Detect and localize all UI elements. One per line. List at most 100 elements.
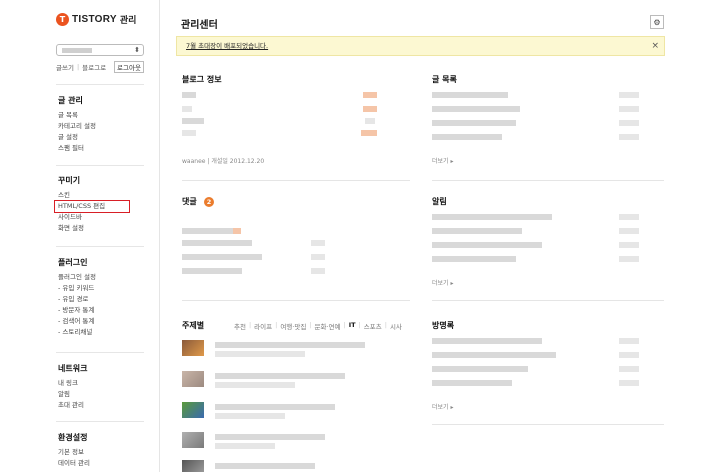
blurred-comment	[182, 268, 242, 274]
blurred-topic[interactable]	[215, 342, 365, 348]
sidebar-item-search-terms[interactable]: - 검색어 통계	[58, 316, 96, 327]
tab-separator: |	[343, 321, 346, 329]
blurred-post	[619, 106, 639, 112]
tistory-logo[interactable]: T TISTORY 관리	[56, 13, 136, 26]
blurred-alert	[432, 256, 516, 262]
sidebar-item-spam-filter[interactable]: 스팸 필터	[58, 143, 96, 154]
divider	[432, 180, 664, 181]
logo-text: TISTORY	[72, 14, 117, 25]
panel-title: 블로그 정보	[182, 75, 222, 84]
blurred-guestbook	[619, 366, 639, 372]
notice-bar: 7월 초대장이 배포되었습니다. ×	[176, 36, 665, 56]
topic-thumbnail[interactable]	[182, 340, 204, 356]
blurred-post	[432, 92, 508, 98]
tab-culture[interactable]: 문화·연예	[315, 321, 341, 331]
nav-group-posts: 글 관리 글 목록 카테고리 설정 글 설정 스팸 필터	[58, 95, 96, 154]
nav-group-design: 꾸미기 스킨 HTML/CSS 편집 사이드바 화면 설정	[54, 175, 130, 234]
logout-button[interactable]: 로그아웃	[114, 61, 144, 73]
blurred-stat	[363, 92, 377, 98]
blurred-topic[interactable]	[215, 373, 345, 379]
topic-thumbnail[interactable]	[182, 432, 204, 448]
blog-select[interactable]: ⬍	[56, 44, 144, 56]
write-link[interactable]: 글쓰기	[56, 62, 74, 72]
blurred-topic	[215, 351, 305, 357]
blog-open-date: 개설일 2012.12.20	[211, 158, 265, 165]
topics-panel: 주제별	[182, 320, 204, 331]
blurred-topic[interactable]	[215, 463, 315, 469]
sidebar-item-data-manage[interactable]: 데이터 관리	[58, 458, 90, 469]
divider	[182, 300, 410, 301]
sidebar-item-skin[interactable]: 스킨	[58, 190, 129, 201]
more-link[interactable]: 더보기 ▸	[432, 402, 453, 411]
gear-icon: ⚙	[653, 17, 661, 27]
blurred-topic[interactable]	[215, 404, 335, 410]
settings-button[interactable]: ⚙	[650, 15, 664, 29]
panel-title: 알림	[432, 197, 447, 206]
blurred-topic[interactable]	[215, 434, 325, 440]
blurred-post	[432, 106, 520, 112]
comments-panel: 댓글 2	[182, 196, 214, 207]
link-separator: |	[76, 63, 80, 71]
tab-it[interactable]: IT	[349, 321, 356, 331]
notice-link[interactable]: 7월 초대장이 배포되었습니다.	[186, 42, 268, 50]
nav-group-title: 환경설정	[58, 433, 88, 442]
tab-separator: |	[384, 321, 387, 329]
blog-meta: waanee | 개설일 2012.12.20	[182, 156, 264, 165]
tab-news[interactable]: 시사	[390, 321, 402, 331]
sidebar-item-alerts[interactable]: 알림	[58, 389, 87, 400]
blurred-post	[432, 120, 516, 126]
alerts-panel: 알림	[432, 196, 447, 207]
sidebar-item-basic-info[interactable]: 기본 정보	[58, 447, 90, 458]
blurred-comment	[311, 254, 325, 260]
tab-travel[interactable]: 여행·맛집	[280, 321, 306, 331]
more-link[interactable]: 더보기 ▸	[432, 156, 453, 165]
sidebar-item-category[interactable]: 카테고리 설정	[58, 121, 96, 132]
sidebar-item-visitors[interactable]: - 방문자 통계	[58, 305, 96, 316]
sidebar-item-referrers[interactable]: - 유입 경로	[58, 294, 96, 305]
sidebar-item-keywords[interactable]: - 유입 키워드	[58, 283, 96, 294]
divider	[56, 246, 144, 247]
blurred-stat	[182, 130, 196, 136]
blurred-guestbook	[619, 380, 639, 386]
blurred-guestbook	[619, 338, 639, 344]
close-icon[interactable]: ×	[651, 37, 659, 55]
topic-thumbnail[interactable]	[182, 371, 204, 387]
topic-tabs: 추천 | 라이프 | 여행·맛집 | 문화·연예 | IT | 스포츠 | 시사	[234, 321, 402, 331]
blurred-guestbook	[432, 352, 556, 358]
blurred-comment	[182, 240, 252, 246]
nav-group-network: 네트워크 내 링크 알림 초대 관리	[58, 363, 87, 411]
tab-sports[interactable]: 스포츠	[364, 321, 382, 331]
sidebar-item-post-settings[interactable]: 글 설정	[58, 132, 96, 143]
tab-separator: |	[358, 321, 361, 329]
sidebar-item-html-css[interactable]: HTML/CSS 편집	[54, 200, 130, 213]
chevron-updown-icon: ⬍	[134, 46, 140, 54]
tab-life[interactable]: 라이프	[254, 321, 272, 331]
to-blog-link[interactable]: 블로그로	[82, 62, 106, 72]
panel-title: 방명록	[432, 321, 455, 330]
sidebar-item-invitations[interactable]: 초대 관리	[58, 400, 87, 411]
blurred-stat	[182, 92, 196, 98]
tistory-logo-icon: T	[56, 13, 69, 26]
sidebar-item-screen[interactable]: 화면 설정	[58, 223, 129, 234]
blurred-post	[619, 120, 639, 126]
blurred-alert	[619, 228, 639, 234]
topic-thumbnail[interactable]	[182, 402, 204, 418]
tab-recommended[interactable]: 추천	[234, 321, 246, 331]
nav-group-title: 네트워크	[58, 364, 88, 373]
sidebar-item-plugin-settings[interactable]: 플러그인 설정	[58, 272, 96, 283]
blurred-post	[619, 134, 639, 140]
sidebar-item-my-links[interactable]: 내 링크	[58, 378, 87, 389]
panel-title: 댓글	[182, 197, 197, 206]
sidebar-item-story-channel[interactable]: - 스토리채널	[58, 327, 96, 338]
blurred-guestbook	[619, 352, 639, 358]
divider	[56, 352, 144, 353]
topic-thumbnail[interactable]	[182, 460, 204, 472]
more-link[interactable]: 더보기 ▸	[432, 278, 453, 287]
divider	[56, 165, 144, 166]
blurred-alert	[432, 228, 522, 234]
sidebar-item-sidebar[interactable]: 사이드바	[58, 212, 129, 223]
blurred-post	[432, 134, 502, 140]
nav-group-title: 꾸미기	[58, 176, 81, 185]
sidebar-item-post-list[interactable]: 글 목록	[58, 110, 96, 121]
panel-title: 주제별	[182, 321, 205, 330]
